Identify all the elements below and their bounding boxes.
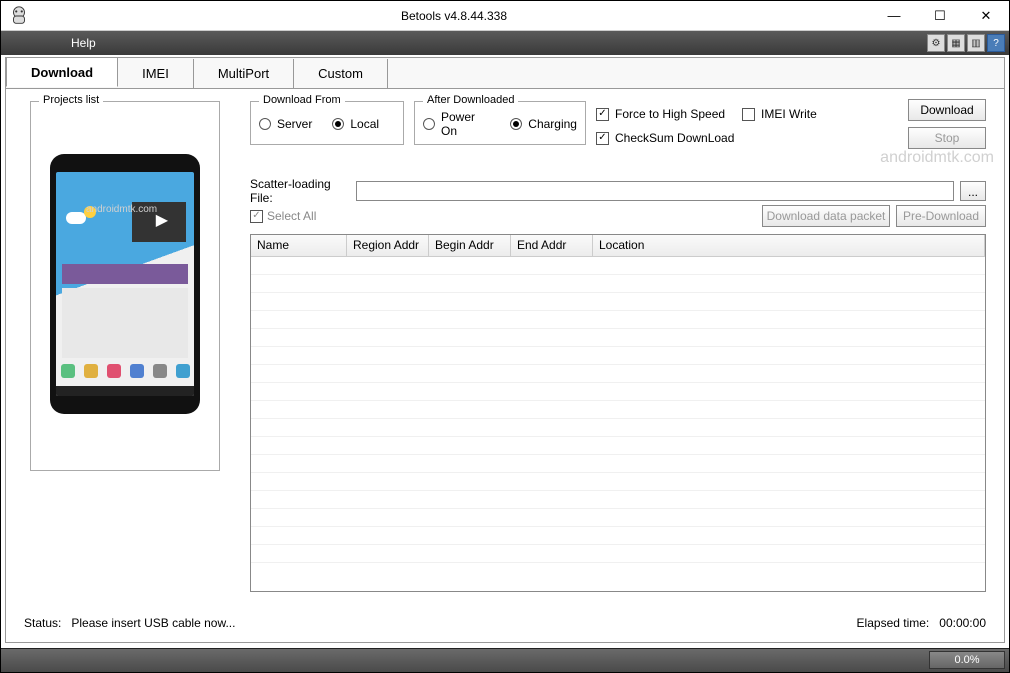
radio-power-on[interactable] <box>423 118 435 130</box>
title-bar: Betools v4.8.44.338 — ☐ ✕ <box>1 1 1009 31</box>
radio-server-label: Server <box>277 117 312 131</box>
elapsed-value: 00:00:00 <box>939 616 986 630</box>
radio-local[interactable] <box>332 118 344 130</box>
col-location[interactable]: Location <box>593 235 985 256</box>
col-region-addr[interactable]: Region Addr <box>347 235 429 256</box>
col-name[interactable]: Name <box>251 235 347 256</box>
checkbox-force-high-speed-row: ✓ Force to High Speed <box>596 107 734 121</box>
toolbar-icon-2[interactable]: ▦ <box>947 34 965 52</box>
tab-strip: Download IMEI MultiPort Custom <box>5 57 1005 89</box>
radio-charging-label: Charging <box>528 117 577 131</box>
watermark: androidmtk.com <box>880 149 994 167</box>
progress-percent: 0.0% <box>929 651 1005 669</box>
checkbox-imei-write-label: IMEI Write <box>761 107 817 121</box>
window-title: Betools v4.8.44.338 <box>37 9 871 23</box>
device-preview-image: ▶ <box>50 154 200 414</box>
checkbox-force-high-speed-label: Force to High Speed <box>615 107 725 121</box>
scatter-file-input[interactable] <box>356 181 954 201</box>
download-data-packet-button[interactable]: Download data packet <box>762 205 890 227</box>
radio-power-on-label: Power On <box>441 110 494 138</box>
app-icon <box>1 1 37 31</box>
tab-multiport[interactable]: MultiPort <box>194 59 294 89</box>
pre-download-button[interactable]: Pre-Download <box>896 205 986 227</box>
checkbox-checksum-row: ✓ CheckSum DownLoad <box>596 131 734 145</box>
tab-custom[interactable]: Custom <box>294 59 388 89</box>
toolbar-help-icon[interactable]: ? <box>987 34 1005 52</box>
after-downloaded-group: After Downloaded Power On Charging <box>414 101 586 145</box>
checkbox-checksum-label: CheckSum DownLoad <box>615 131 734 145</box>
maximize-button[interactable]: ☐ <box>917 1 963 31</box>
after-downloaded-legend: After Downloaded <box>423 94 518 106</box>
partition-table: Name Region Addr Begin Addr End Addr Loc… <box>250 234 986 592</box>
table-header: Name Region Addr Begin Addr End Addr Loc… <box>251 235 985 257</box>
bottom-status-bar: 0.0% <box>1 648 1009 672</box>
close-button[interactable]: ✕ <box>963 1 1009 31</box>
menu-help[interactable]: Help <box>61 36 106 50</box>
col-begin-addr[interactable]: Begin Addr <box>429 235 511 256</box>
minimize-button[interactable]: — <box>871 1 917 31</box>
radio-server[interactable] <box>259 118 271 130</box>
checkbox-imei-write[interactable] <box>742 108 755 121</box>
tab-content: Projects list ▶ Download From Server <box>5 89 1005 643</box>
tab-download[interactable]: Download <box>6 57 118 87</box>
radio-local-label: Local <box>350 117 379 131</box>
projects-legend: Projects list <box>39 94 103 106</box>
checkbox-imei-write-row: IMEI Write <box>742 107 817 121</box>
checkbox-select-all[interactable]: ✓ <box>250 210 263 223</box>
download-from-group: Download From Server Local <box>250 101 404 145</box>
radio-charging[interactable] <box>510 118 522 130</box>
table-body <box>251 257 985 563</box>
checkbox-force-high-speed[interactable]: ✓ <box>596 108 609 121</box>
status-label: Status: <box>24 616 61 630</box>
download-from-legend: Download From <box>259 94 345 106</box>
status-text: Please insert USB cable now... <box>71 616 235 630</box>
download-button[interactable]: Download <box>908 99 986 121</box>
tab-imei[interactable]: IMEI <box>118 59 194 89</box>
toolbar-icon-1[interactable]: ⚙ <box>927 34 945 52</box>
stop-button[interactable]: Stop <box>908 127 986 149</box>
toolbar-icon-3[interactable]: ▥ <box>967 34 985 52</box>
projects-list-box: Projects list ▶ <box>30 101 220 471</box>
checkbox-checksum[interactable]: ✓ <box>596 132 609 145</box>
col-end-addr[interactable]: End Addr <box>511 235 593 256</box>
menu-bar: Help ⚙ ▦ ▥ ? <box>1 31 1009 55</box>
browse-button[interactable]: ... <box>960 181 986 201</box>
scatter-label: Scatter-loading File: <box>250 177 350 205</box>
elapsed-label: Elapsed time: <box>857 616 930 630</box>
select-all-label: Select All <box>267 209 316 223</box>
